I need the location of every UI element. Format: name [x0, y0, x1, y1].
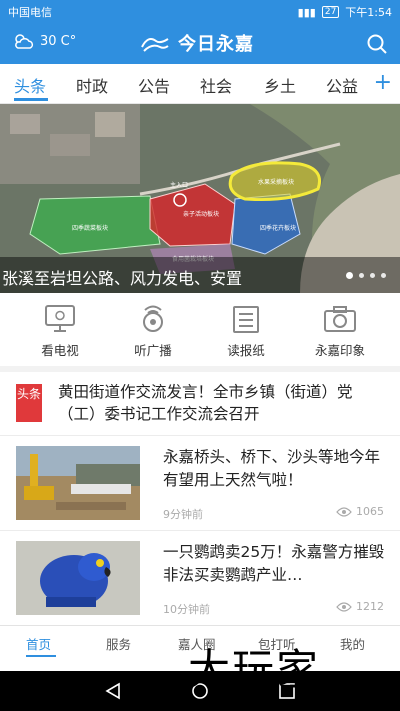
carrier-label: 中国电信 [8, 6, 52, 19]
quick-link-newspaper[interactable]: 读报纸 [206, 304, 286, 359]
headline-badge: 头条 [16, 384, 42, 422]
nav-profile[interactable]: 我的 [340, 634, 365, 653]
app-brand: 今日永嘉 [140, 30, 254, 56]
carousel-dot[interactable] [370, 273, 375, 278]
yongjia-logo-icon [141, 38, 169, 52]
signal-icon: ▮▮▮ [297, 5, 316, 19]
map-label-entrance: 主入口 [170, 181, 188, 189]
headline-title: 黄田街道作交流发言！全市乡镇（街道）党（工）委书记工作交流会召开 [58, 383, 353, 423]
news-item[interactable]: 一只鹦鹉卖25万！永嘉警方摧毁非法买卖鹦鹉产业… 10分钟前 1212 [0, 530, 400, 624]
back-icon[interactable] [104, 682, 122, 700]
watermark: 大玩家 [188, 645, 321, 694]
clock: 下午1:54 [345, 6, 392, 19]
map-label-fruit: 水果采摘板块 [258, 178, 294, 186]
tab-headlines[interactable]: 头条 [14, 73, 46, 97]
view-count: 1065 [336, 505, 384, 518]
news-item[interactable]: 永嘉桥头、桥下、沙头等地今年有望用上天然气啦！ 9分钟前 1065 [0, 435, 400, 529]
active-nav-indicator [26, 655, 56, 657]
temperature: 30 C° [40, 33, 77, 49]
tab-society[interactable]: 社会 [200, 73, 232, 97]
quick-link-label: 永嘉印象 [314, 343, 365, 358]
map-label-flower: 四季花卉板块 [260, 224, 296, 232]
carousel-dot[interactable] [359, 273, 364, 278]
quick-link-label: 看电视 [41, 343, 79, 358]
view-count: 1212 [336, 600, 384, 613]
eye-icon [336, 601, 352, 612]
tab-announcements[interactable]: 公告 [138, 73, 170, 97]
news-thumbnail [16, 446, 140, 520]
news-timestamp: 9分钟前 [163, 508, 203, 521]
status-icons: ▮▮▮ 27 下午1:54 [298, 4, 392, 20]
nav-home[interactable]: 首页 [26, 634, 51, 653]
map-label-vegetable: 四季蔬菜板块 [72, 224, 108, 232]
app-header: 30 C° 今日永嘉 [0, 24, 400, 64]
view-count-value: 1212 [356, 600, 384, 613]
active-tab-indicator [14, 98, 48, 101]
tab-local[interactable]: 乡土 [264, 73, 296, 97]
headline-item[interactable]: 头条 黄田街道作交流发言！全市乡镇（街道）党（工）委书记工作交流会召开 [0, 372, 400, 434]
battery-icon: 27 [321, 6, 340, 18]
camera-icon [324, 306, 356, 332]
newspaper-icon [233, 306, 259, 333]
category-tabs: 头条 时政 公告 社会 乡土 公益 + [0, 64, 400, 104]
banner-carousel[interactable]: 主入口 水果采摘板块 亲子活动板块 四季蔬菜板块 四季花卉板块 食用菌栽培板块 … [0, 104, 400, 293]
carousel-dot[interactable] [381, 273, 386, 278]
quick-link-radio[interactable]: 听广播 [113, 304, 193, 359]
news-title: 一只鹦鹉卖25万！永嘉警方摧毁非法买卖鹦鹉产业… [163, 543, 385, 584]
app-title: 今日永嘉 [178, 34, 254, 55]
eye-icon [336, 506, 352, 517]
view-count-value: 1065 [356, 505, 384, 518]
news-thumbnail [16, 541, 140, 615]
quick-link-tv[interactable]: 看电视 [20, 304, 100, 359]
quick-links: 看电视 听广播 读报纸 永嘉印象 [0, 296, 400, 366]
quick-link-label: 听广播 [134, 343, 172, 358]
radio-icon [143, 305, 163, 332]
nav-services[interactable]: 服务 [106, 634, 131, 653]
banner-caption[interactable]: 张溪至岩坦公路、风力发电、安置 [0, 257, 400, 293]
add-tab-icon[interactable]: + [374, 70, 392, 95]
carousel-dot[interactable] [346, 272, 353, 279]
tv-icon [45, 305, 75, 332]
news-timestamp: 10分钟前 [163, 603, 210, 616]
tab-politics[interactable]: 时政 [76, 73, 108, 97]
map-label-parent-child: 亲子活动板块 [183, 210, 219, 218]
news-title: 永嘉桥头、桥下、沙头等地今年有望用上天然气啦！ [163, 448, 381, 489]
tab-charity[interactable]: 公益 [326, 73, 358, 97]
status-bar: 中国电信 ▮▮▮ 27 下午1:54 [0, 0, 400, 24]
search-icon[interactable] [366, 33, 388, 55]
quick-link-impressions[interactable]: 永嘉印象 [300, 304, 380, 359]
quick-link-label: 读报纸 [227, 343, 265, 358]
partly-cloudy-icon [15, 34, 34, 49]
carousel-dots [346, 272, 386, 279]
weather-widget[interactable]: 30 C° [12, 32, 76, 50]
